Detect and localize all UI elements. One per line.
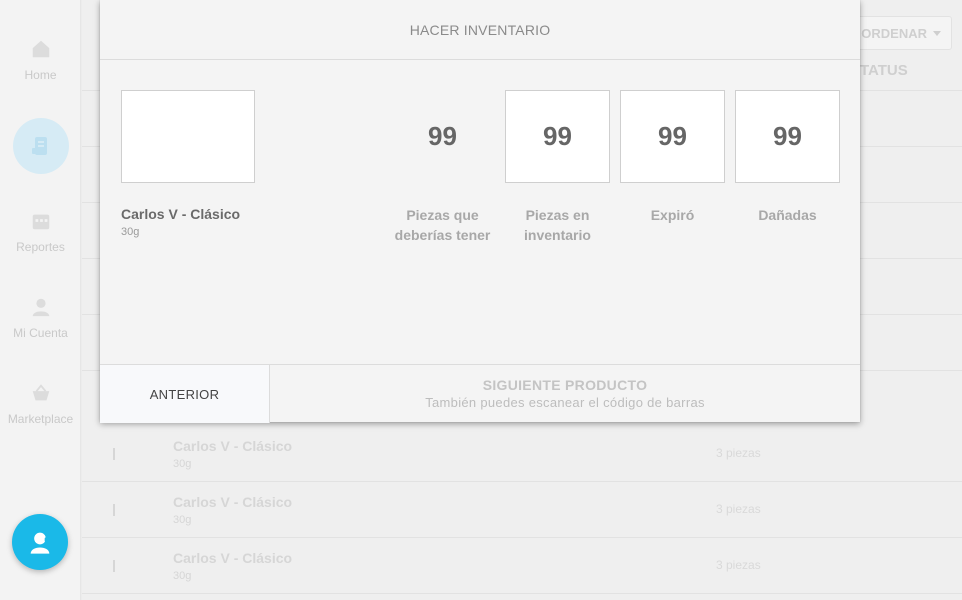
product-weight: 30g bbox=[173, 570, 192, 582]
product-name: Carlos V - Clásico bbox=[121, 206, 241, 222]
barcode-hint: También puedes escanear el código de bar… bbox=[425, 395, 705, 410]
product-quantity: 3 piezas bbox=[716, 446, 761, 460]
status-column-header: TATUS bbox=[860, 62, 908, 79]
expired-input[interactable]: 99 bbox=[620, 90, 725, 183]
product-name: Carlos V - Clásico bbox=[173, 494, 293, 510]
product-weight: 30g bbox=[173, 514, 192, 526]
sidebar-item-label: Home bbox=[24, 68, 57, 82]
expired-label: Expiró bbox=[650, 207, 695, 223]
table-row[interactable]: Carlos V - Clásico 30g 3 piezas bbox=[82, 482, 962, 538]
product-quantity: 3 piezas bbox=[716, 558, 761, 572]
product-name: Carlos V - Clásico bbox=[173, 550, 293, 566]
calendar-icon bbox=[32, 214, 49, 230]
expected-pieces-label: Piezas que deberías tener bbox=[394, 207, 491, 243]
inventory-modal: HACER INVENTARIO Carlos V - Clásico 30g … bbox=[100, 0, 860, 423]
sidebar-item-mi-cuenta[interactable]: Mi Cuenta bbox=[0, 296, 81, 340]
expected-pieces-value: 99 bbox=[428, 121, 457, 151]
previous-button-label: ANTERIOR bbox=[149, 386, 220, 402]
row-checkbox[interactable] bbox=[113, 504, 115, 516]
sidebar-item-reportes[interactable]: Reportes bbox=[0, 210, 81, 254]
sidebar-item-label: Marketplace bbox=[7, 412, 74, 426]
sidebar-item-label: Reportes bbox=[16, 240, 65, 254]
next-product-button[interactable]: SIGUIENTE PRODUCTO También puedes escane… bbox=[270, 365, 860, 422]
support-fab-button[interactable] bbox=[12, 514, 68, 570]
damaged-column: 99 Dañadas bbox=[735, 90, 840, 225]
inventory-pieces-column: 99 Piezas en inventario bbox=[505, 90, 610, 245]
expired-column: 99 Expiró bbox=[620, 90, 725, 225]
sidebar-item-home[interactable]: Home bbox=[0, 38, 81, 82]
modal-title: HACER INVENTARIO bbox=[409, 21, 551, 38]
expected-pieces-column: 99 Piezas que deberías tener bbox=[390, 90, 495, 245]
sidebar-item-inventory[interactable] bbox=[0, 118, 81, 174]
product-quantity: 3 piezas bbox=[716, 502, 761, 516]
active-indicator bbox=[12, 118, 69, 174]
sort-label: ORDENAR bbox=[861, 25, 927, 41]
inventory-pieces-input[interactable]: 99 bbox=[505, 90, 610, 183]
damaged-input[interactable]: 99 bbox=[735, 90, 840, 183]
table-row[interactable]: Carlos V - Clásico 30g 3 piezas bbox=[82, 538, 962, 594]
sidebar-item-label: Mi Cuenta bbox=[13, 326, 68, 340]
caret-down-icon bbox=[933, 31, 941, 36]
row-checkbox[interactable] bbox=[113, 448, 115, 460]
next-product-label: SIGUIENTE PRODUCTO bbox=[482, 377, 648, 393]
receipt-icon bbox=[31, 137, 47, 155]
modal-header: HACER INVENTARIO bbox=[100, 0, 860, 60]
modal-footer: ANTERIOR SIGUIENTE PRODUCTO También pued… bbox=[100, 364, 860, 423]
row-checkbox[interactable] bbox=[113, 560, 115, 572]
product-name: Carlos V - Clásico bbox=[173, 438, 293, 454]
product-image bbox=[121, 90, 255, 183]
product-weight: 30g bbox=[173, 458, 192, 470]
previous-button[interactable]: ANTERIOR bbox=[100, 365, 270, 423]
product-weight: 30g bbox=[121, 226, 140, 238]
sidebar: Home Reportes Mi Cuenta Marketplace bbox=[0, 0, 81, 600]
damaged-label: Dañadas bbox=[758, 207, 817, 223]
basket-icon bbox=[32, 384, 49, 401]
sidebar-item-marketplace[interactable]: Marketplace bbox=[0, 382, 81, 426]
support-agent-icon bbox=[30, 530, 50, 554]
home-icon bbox=[32, 40, 49, 58]
sort-dropdown[interactable]: ORDENAR bbox=[852, 16, 952, 50]
user-icon bbox=[32, 298, 49, 317]
inventory-pieces-label: Piezas en inventario bbox=[524, 207, 591, 243]
table-row[interactable]: Carlos V - Clásico 30g 3 piezas bbox=[82, 426, 962, 482]
